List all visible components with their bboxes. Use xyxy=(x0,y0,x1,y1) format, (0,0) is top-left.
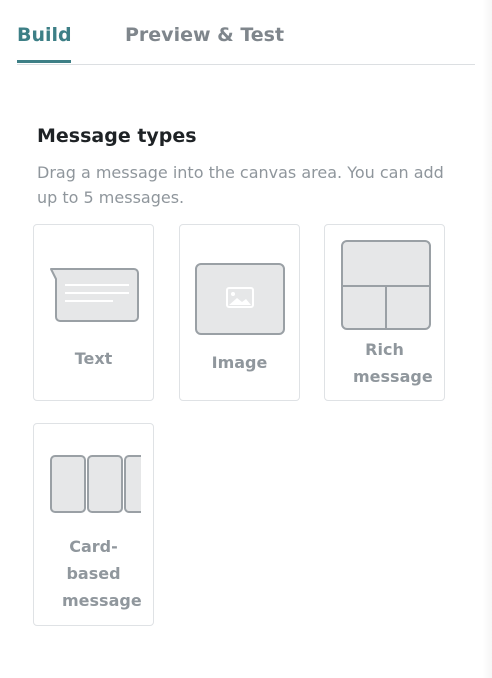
rich-message-icon xyxy=(341,240,431,330)
message-type-label: Text xyxy=(74,349,113,368)
card-based-message-icon xyxy=(50,455,141,513)
tab-preview-test[interactable]: Preview & Test xyxy=(125,24,284,46)
message-type-text-card[interactable]: Text xyxy=(33,224,154,401)
active-tab-indicator xyxy=(17,60,71,63)
tab-build[interactable]: Build xyxy=(17,24,72,46)
panel-edge-shadow xyxy=(482,0,492,678)
section-description: Drag a message into the canvas area. You… xyxy=(37,163,444,207)
message-type-label: Card-based message xyxy=(62,537,142,610)
section-title: Message types xyxy=(37,125,197,147)
message-type-label: Image xyxy=(211,353,268,372)
message-type-image-card[interactable]: Image xyxy=(179,224,300,401)
tab-bar: Build Preview & Test xyxy=(17,0,475,65)
message-type-rich-card[interactable]: Rich message xyxy=(324,224,445,401)
message-type-card-based-card[interactable]: Card-based message xyxy=(33,423,154,626)
image-message-icon xyxy=(195,263,285,335)
message-type-label: Rich message xyxy=(353,340,433,386)
text-message-icon xyxy=(50,268,139,322)
